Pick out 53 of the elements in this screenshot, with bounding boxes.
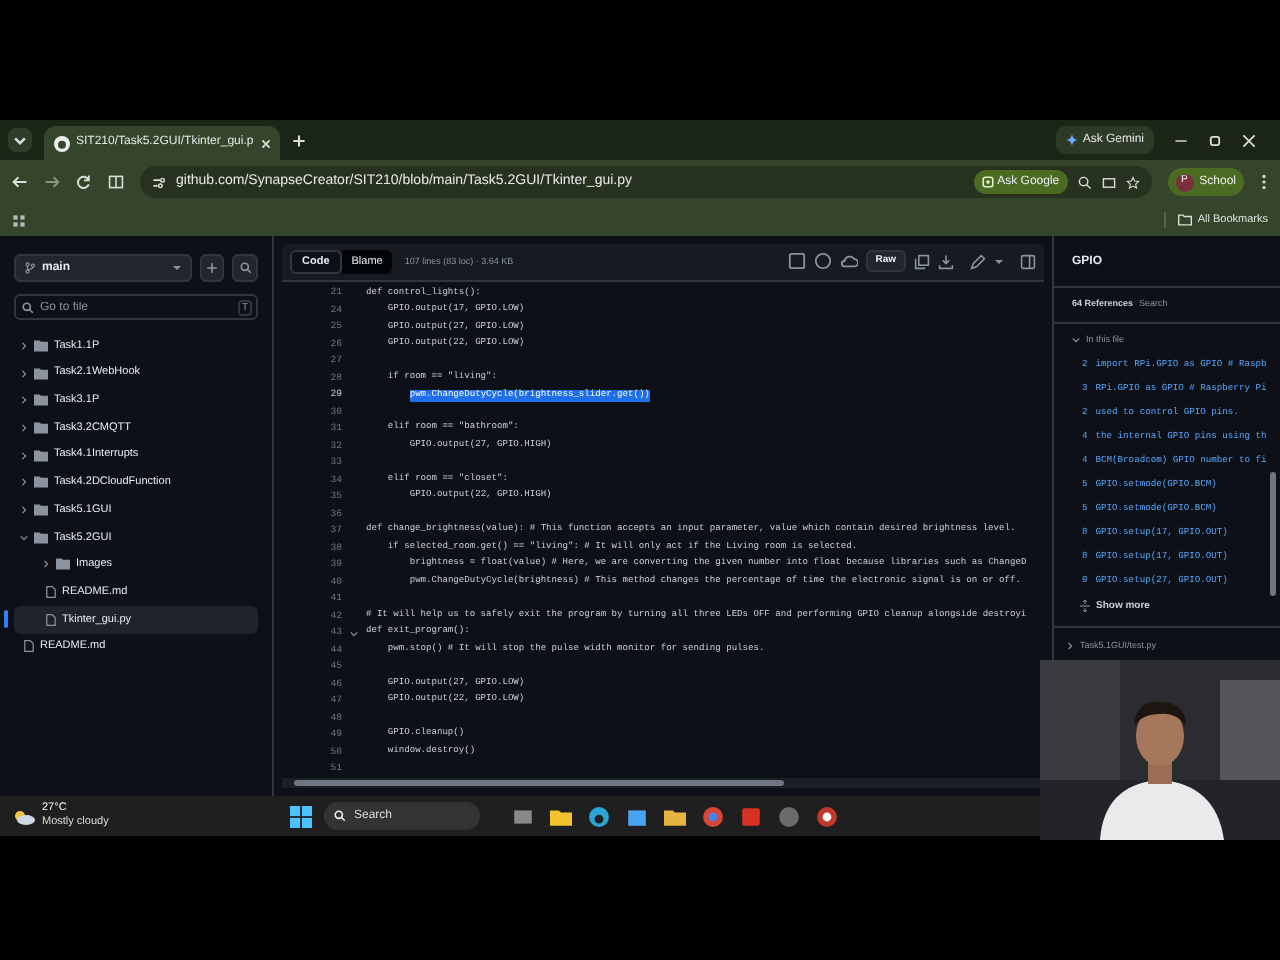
restore-icon[interactable] bbox=[1208, 133, 1222, 147]
app-icon[interactable] bbox=[778, 805, 800, 827]
expand-icon bbox=[1080, 600, 1090, 613]
search-button[interactable] bbox=[232, 254, 258, 282]
file-icon bbox=[24, 640, 34, 653]
chevron-icon bbox=[20, 478, 28, 487]
chevron-icon bbox=[20, 341, 28, 350]
close-icon[interactable] bbox=[259, 137, 272, 149]
site-info-icon[interactable] bbox=[152, 175, 166, 189]
search-icon bbox=[334, 810, 346, 822]
forward-icon[interactable] bbox=[44, 174, 60, 190]
search-icon bbox=[239, 262, 252, 274]
horizontal-scrollbar[interactable] bbox=[282, 778, 1044, 788]
caret-icon[interactable] bbox=[994, 257, 1004, 266]
folder-icon bbox=[1177, 214, 1192, 226]
download-icon[interactable] bbox=[938, 253, 954, 270]
chevron-icon bbox=[42, 560, 50, 569]
chevron-icon bbox=[20, 369, 28, 378]
back-icon[interactable] bbox=[12, 174, 28, 190]
folder-icon[interactable] bbox=[664, 805, 686, 827]
new-tab-icon[interactable] bbox=[292, 133, 306, 147]
pencil-icon[interactable] bbox=[970, 253, 986, 270]
chevron-icon bbox=[20, 396, 28, 405]
sparkle-icon bbox=[1066, 134, 1079, 146]
weather-icon bbox=[12, 807, 36, 825]
cloud-icon[interactable] bbox=[839, 252, 858, 271]
panel-icon[interactable] bbox=[1020, 253, 1036, 270]
chevron-icon bbox=[20, 505, 28, 514]
tab-list-icon[interactable] bbox=[8, 128, 32, 152]
reload-icon[interactable] bbox=[76, 174, 92, 190]
windows-icon[interactable] bbox=[290, 805, 312, 827]
file-icon bbox=[46, 586, 56, 599]
apps-icon[interactable] bbox=[12, 213, 26, 227]
menu-icon[interactable] bbox=[1260, 174, 1268, 190]
selection-indicator bbox=[4, 609, 8, 628]
zoom-icon[interactable] bbox=[1077, 175, 1092, 189]
reading-mode-icon[interactable] bbox=[108, 174, 124, 190]
copy-icon[interactable] bbox=[914, 253, 930, 270]
plus-icon bbox=[206, 262, 219, 274]
vertical-scrollbar[interactable] bbox=[1270, 472, 1276, 596]
branch-icon bbox=[24, 262, 36, 274]
chevron-icon bbox=[20, 423, 28, 432]
chevron-icon[interactable] bbox=[1066, 642, 1074, 651]
search-icon bbox=[22, 301, 34, 313]
file-icon bbox=[46, 613, 56, 626]
star-icon[interactable] bbox=[1125, 175, 1140, 189]
lens-icon bbox=[981, 176, 994, 188]
caret-icon bbox=[171, 264, 182, 272]
chevron-icon bbox=[20, 451, 28, 460]
file-explorer-icon[interactable] bbox=[550, 805, 572, 827]
close-icon[interactable] bbox=[1242, 133, 1256, 147]
add-file-button[interactable] bbox=[199, 254, 225, 282]
folder-icon bbox=[34, 339, 48, 352]
